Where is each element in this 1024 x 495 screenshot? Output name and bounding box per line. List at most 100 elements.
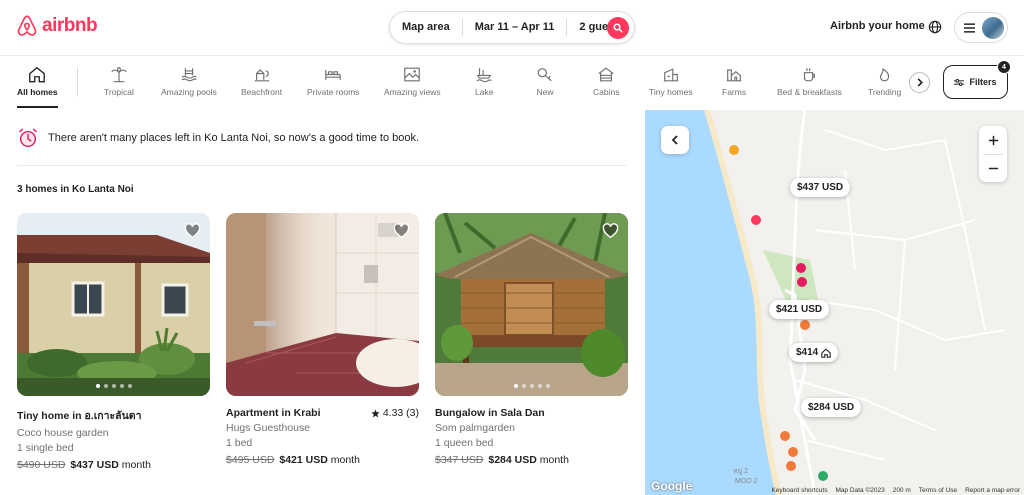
category-amazing-pools[interactable]: Amazing pools [161,66,217,97]
airbnb-your-home-link[interactable]: Airbnb your home [830,20,925,32]
category-label: All homes [17,87,58,97]
map-price-pin-home[interactable]: $414 [789,343,839,362]
categories-next-button[interactable] [909,72,930,93]
map-data-text: Map Data ©2023 [835,487,885,494]
category-label: Amazing views [384,87,441,97]
hamburger-menu-icon [964,22,975,33]
category-label: Tiny homes [649,87,693,97]
original-price: $495 USD [226,454,275,466]
scale-bar: 200 m [892,487,911,494]
listing-beds: 1 queen bed [435,437,494,449]
listing-subtitle: Coco house garden [17,427,109,439]
top-header: airbnb Map area Mar 11 – Apr 11 2 guests… [0,0,1024,56]
listing-price: $347 USD $284 USD month [435,454,628,466]
listing-beds: 1 bed [226,437,253,449]
category-bar: All homes Tropical Amazing pools Beachfr… [0,57,1024,108]
listing-price: $495 USD $421 USD month [226,454,419,466]
airbnb-logo[interactable]: airbnb [16,14,98,38]
map-price-pin[interactable]: $284 USD [801,398,862,417]
minus-icon [988,167,998,170]
zoom-controls [979,126,1007,182]
heart-icon[interactable] [602,223,619,244]
photo-pagination [435,384,628,388]
search-button[interactable] [607,17,629,39]
listing-title: Tiny home in อ.เกาะลันตา [17,410,142,422]
category-tiny-homes[interactable]: Tiny homes [649,66,693,97]
zoom-in-button[interactable] [988,126,999,154]
category-new[interactable]: New [536,66,554,97]
category-cabins[interactable]: Cabins [593,66,619,97]
listing-photo[interactable] [17,213,210,396]
keyboard-shortcuts-link[interactable]: Keyboard shortcuts [771,487,827,494]
cabin-icon [598,67,614,82]
category-label: Farms [722,87,747,97]
map-canvas [645,110,1024,495]
discounted-price: $437 USD [70,459,119,471]
map-price-pin[interactable]: $437 USD [790,178,851,197]
profile-menu-button[interactable] [954,12,1008,43]
notice-text: There aren't many places left in Ko Lant… [48,132,420,144]
category-label: Lake [475,87,494,97]
pool-icon [181,68,197,82]
language-button[interactable] [928,20,942,39]
listings-panel: There aren't many places left in Ko Lant… [0,110,645,495]
map-price-pin[interactable]: $421 USD [769,300,830,319]
flame-icon [879,68,889,82]
search-bar[interactable]: Map area Mar 11 – Apr 11 2 guests [389,11,635,44]
map-footer: Keyboard shortcuts Map Data ©2023 200 m … [771,487,1020,494]
map-place-label: MOO 2 [735,478,758,485]
heart-icon[interactable] [393,223,410,244]
alarm-clock-icon [19,128,37,147]
price-unit: month [121,459,151,471]
category-private-rooms[interactable]: Private rooms [307,66,359,97]
category-divider [77,67,78,97]
category-farms[interactable]: Farms [722,66,746,97]
plus-icon [988,135,998,145]
price-unit: month [539,454,569,466]
search-dates[interactable]: Mar 11 – Apr 11 [463,19,568,36]
category-beachfront[interactable]: Beachfront [241,66,282,97]
chevron-right-icon [917,78,923,87]
listing-subtitle: Hugs Guesthouse [226,422,311,434]
listing-beds: 1 single bed [17,442,74,454]
star-icon [371,408,380,417]
map-panel[interactable]: $437 USD $421 USD $414 $284 USD หมู่ 2 M… [645,110,1024,495]
sliders-icon [954,78,965,86]
map-place-label: หมู่ 2 [733,468,749,475]
listing-photo[interactable] [435,213,628,396]
listing-rating: 4.33 (3) [371,407,419,419]
terms-link[interactable]: Terms of Use [919,487,957,494]
category-tropical[interactable]: Tropical [104,66,134,97]
category-amazing-views[interactable]: Amazing views [384,66,441,97]
globe-icon [928,20,942,34]
availability-notice: There aren't many places left in Ko Lant… [17,127,419,149]
heart-icon[interactable] [184,223,201,244]
listing-title: Apartment in Krabi [226,407,321,419]
view-icon [404,67,421,82]
listing-photo[interactable] [226,213,419,396]
category-all-homes[interactable]: All homes [17,66,58,108]
zoom-out-button[interactable] [988,155,999,182]
filters-button[interactable]: Filters 4 [943,60,1011,99]
category-label: Beachfront [241,87,283,97]
price-unit: month [330,454,360,466]
search-location[interactable]: Map area [390,19,463,36]
tiny-home-photo [17,213,210,396]
collapse-map-button[interactable] [661,126,689,154]
filters-count-badge: 4 [997,60,1011,74]
pin-price: $414 [796,347,819,358]
coffee-icon [804,67,816,82]
listing-card[interactable]: Apartment in Krabi 4.33 (3) Hugs Guestho… [226,213,419,466]
listing-card[interactable]: Tiny home in อ.เกาะลันตา Coco house gard… [17,213,210,471]
listing-card[interactable]: Bungalow in Sala Dan Som palmgarden 1 qu… [435,213,628,466]
lake-icon [476,68,492,83]
category-bed-and-breakfasts[interactable]: Bed & breakfasts [777,66,842,97]
chevron-left-icon [671,135,678,145]
category-lake[interactable]: Lake [475,66,493,97]
category-label: Amazing pools [161,87,217,97]
category-trending[interactable]: Trending [868,66,901,97]
filters-label: Filters [969,77,997,87]
home-icon [821,348,831,358]
home-icon [29,66,46,83]
report-map-error-link[interactable]: Report a map error [965,487,1020,494]
